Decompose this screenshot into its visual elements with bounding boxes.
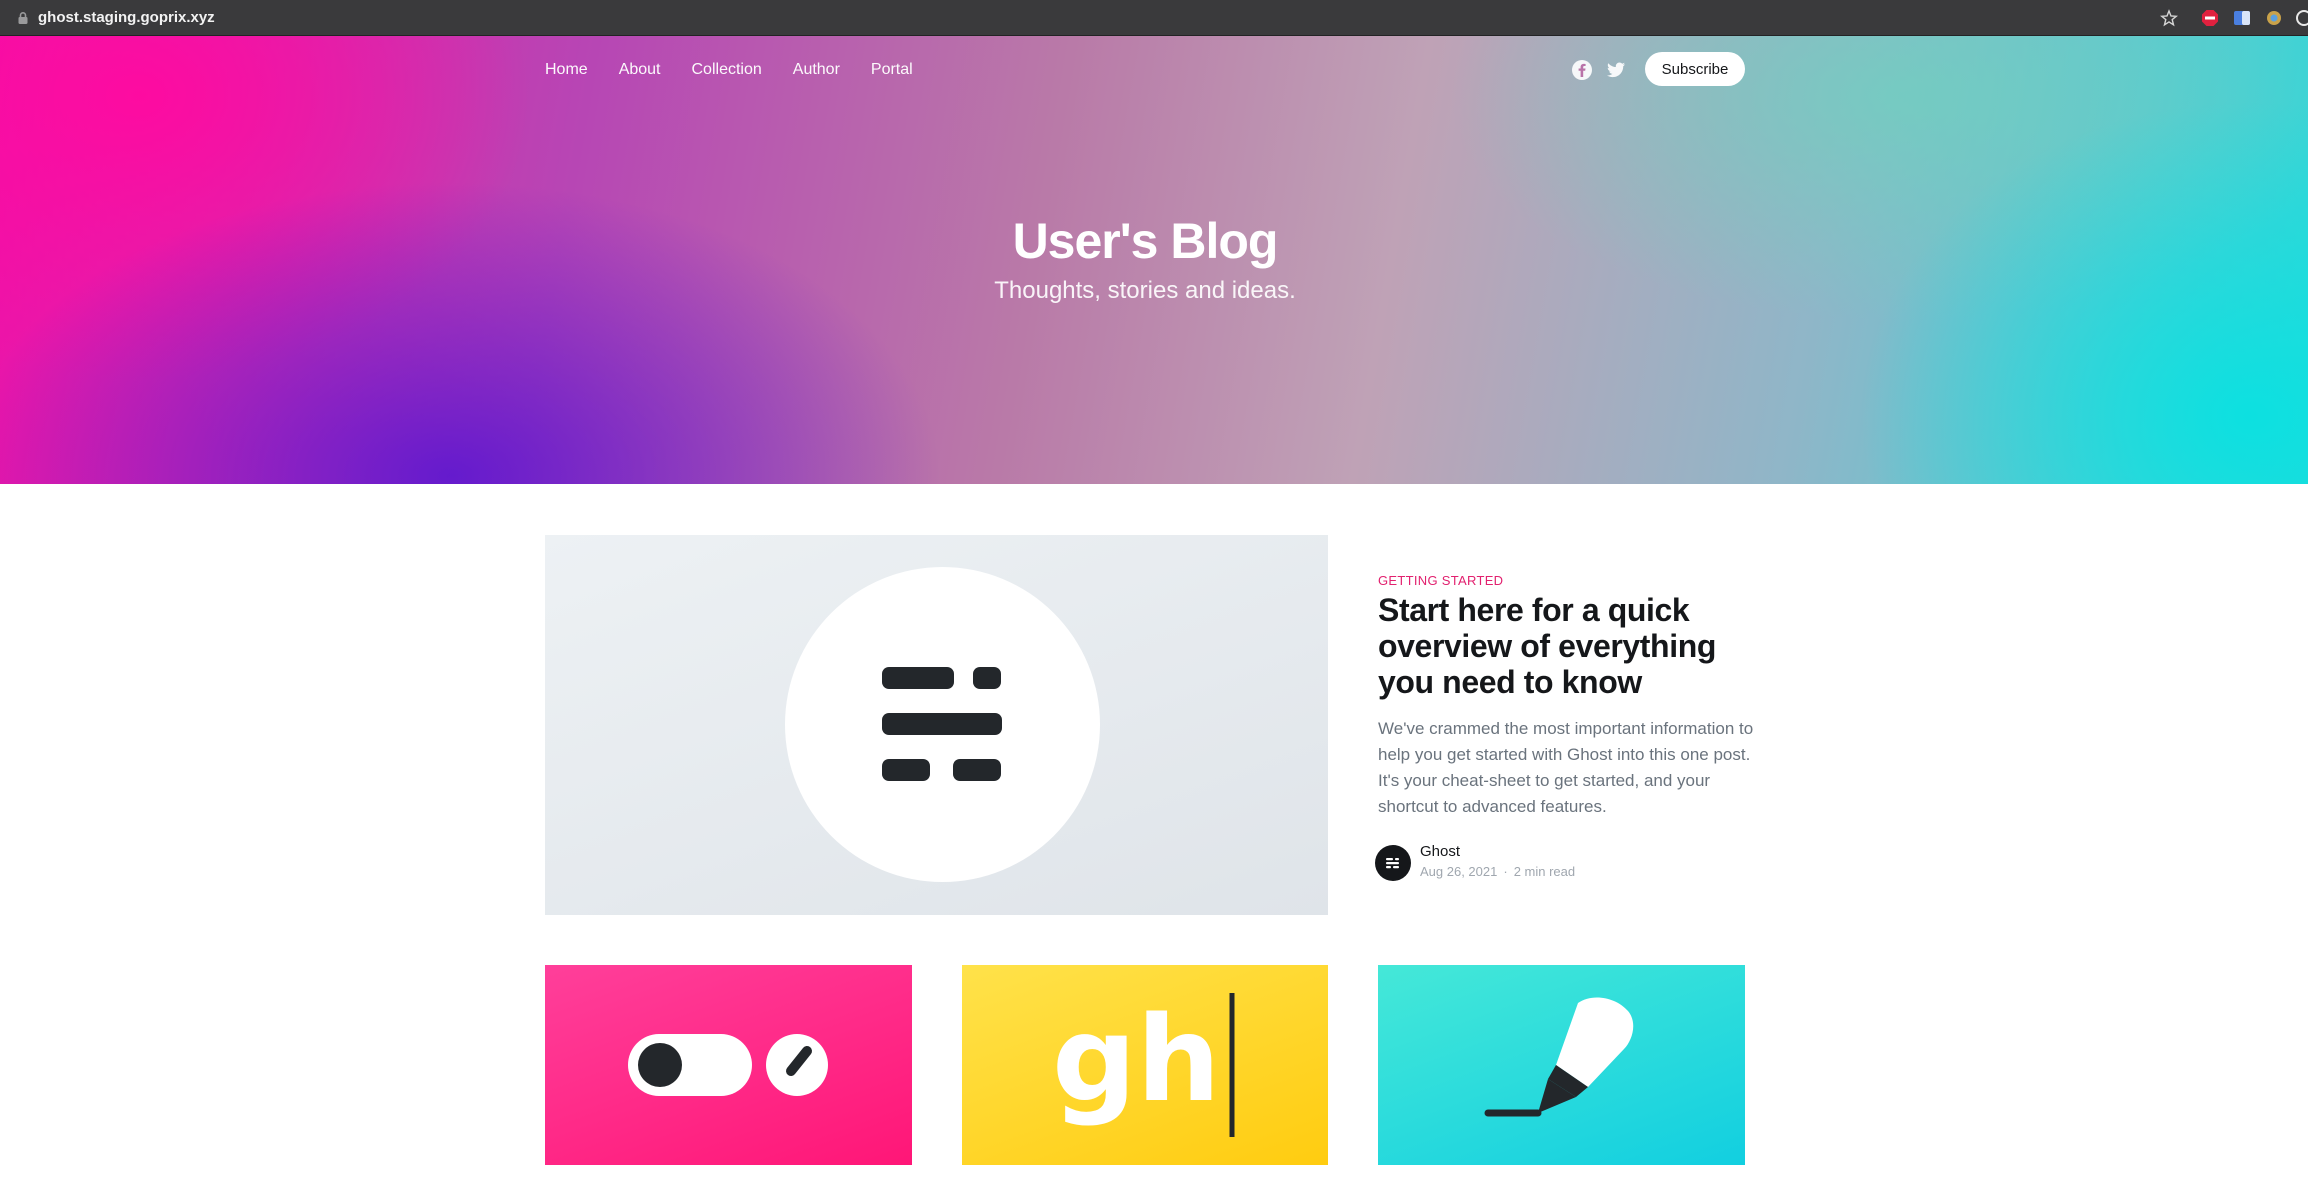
twitter-icon[interactable] [1605, 59, 1627, 81]
post-card-image[interactable]: gh [962, 965, 1328, 1165]
bookmark-star-icon[interactable] [2160, 9, 2178, 27]
pen-writing-icon [1484, 997, 1634, 1117]
profile-extension-icon[interactable] [2295, 9, 2308, 27]
nav-collection[interactable]: Collection [692, 58, 762, 82]
nav-about[interactable]: About [619, 58, 661, 82]
post-title[interactable]: Start here for a quick overview of every… [1378, 592, 1758, 700]
browser-toolbar: ghost.staging.goprix.xyz [0, 0, 2308, 36]
adblock-extension-icon[interactable] [2201, 9, 2219, 27]
reading-time: 2 min read [1513, 864, 1576, 879]
meta-separator: · [1503, 864, 1508, 879]
nav-portal[interactable]: Portal [871, 58, 913, 82]
ghost-logo-icon [785, 567, 1100, 882]
post-meta: Aug 26, 2021 · 2 min read [1420, 864, 1575, 879]
translate-extension-icon[interactable] [2233, 9, 2251, 27]
featured-post-image[interactable] [545, 535, 1328, 915]
main-navigation: Home About Collection Author Portal [545, 58, 944, 82]
facebook-icon[interactable] [1571, 59, 1593, 81]
address-bar-url[interactable]: ghost.staging.goprix.xyz [38, 7, 215, 29]
gh-typing-icon: gh [1052, 990, 1235, 1137]
site-description: Thoughts, stories and ideas. [994, 277, 1296, 304]
post-card-image[interactable] [545, 965, 912, 1165]
post-date: Aug 26, 2021 [1420, 864, 1498, 879]
author-name[interactable]: Ghost [1420, 843, 1460, 860]
site-header: Home About Collection Author Portal Subs… [0, 36, 2308, 484]
author-avatar[interactable] [1375, 845, 1411, 881]
extension-icon[interactable] [2265, 9, 2283, 27]
nav-home[interactable]: Home [545, 58, 588, 82]
post-card-image[interactable] [1378, 965, 1745, 1165]
post-tag[interactable]: GETTING STARTED [1378, 573, 1503, 588]
nav-author[interactable]: Author [793, 58, 840, 82]
site-title: User's Blog [1012, 213, 1279, 269]
card-gh-text: gh [1052, 990, 1220, 1128]
lock-icon [18, 12, 28, 24]
ghost-avatar-icon [1386, 858, 1399, 869]
toggle-settings-icon [628, 1034, 828, 1096]
subscribe-button[interactable]: Subscribe [1645, 52, 1745, 86]
post-excerpt[interactable]: We've crammed the most important informa… [1378, 716, 1758, 820]
